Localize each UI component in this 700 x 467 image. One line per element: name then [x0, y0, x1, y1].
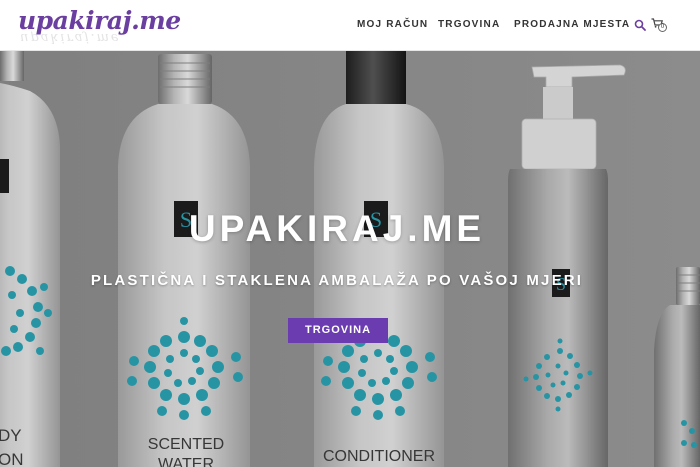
logo-reflection: upakiraj.me — [20, 30, 121, 45]
site-header: upakiraj.me upakiraj.me MOJ RAČUN TRGOVI… — [0, 0, 700, 51]
shop-button[interactable]: TRGOVINA — [288, 318, 388, 343]
nav-item-account[interactable]: MOJ RAČUN — [357, 18, 428, 32]
nav-item-locations[interactable]: PRODAJNA MJESTA — [514, 18, 630, 32]
hero-title: UPAKIRAJ.ME — [188, 208, 486, 249]
hero-subtitle: PLASTIČNA I STAKLENA AMBALAŽA PO VAŠOJ M… — [90, 272, 584, 289]
hero-overlay — [0, 51, 700, 467]
hero-banner: S S S DY ON SCENTED WATER CONDITIONER UP… — [0, 51, 700, 467]
search-icon[interactable] — [634, 19, 646, 31]
cart-button[interactable]: 0 — [651, 18, 667, 32]
cart-count-badge: 0 — [658, 23, 667, 32]
nav-item-shop[interactable]: TRGOVINA — [438, 18, 500, 32]
